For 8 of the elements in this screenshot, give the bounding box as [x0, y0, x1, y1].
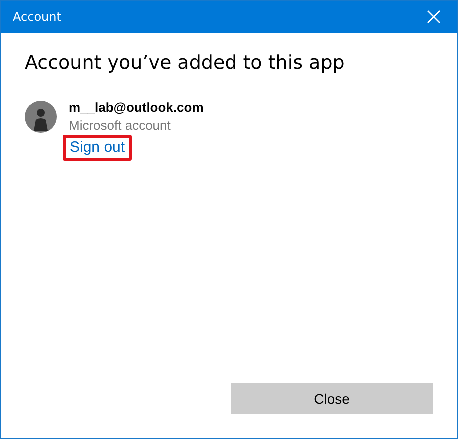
- account-email: m__lab@outlook.com: [69, 99, 204, 117]
- avatar: [25, 101, 57, 133]
- account-type: Microsoft account: [69, 117, 171, 135]
- close-icon[interactable]: [427, 10, 441, 24]
- window-title: Account: [13, 10, 62, 24]
- close-button[interactable]: Close: [231, 383, 433, 414]
- dialog-heading: Account you’ve added to this app: [25, 51, 346, 76]
- sign-out-link[interactable]: Sign out: [63, 135, 132, 161]
